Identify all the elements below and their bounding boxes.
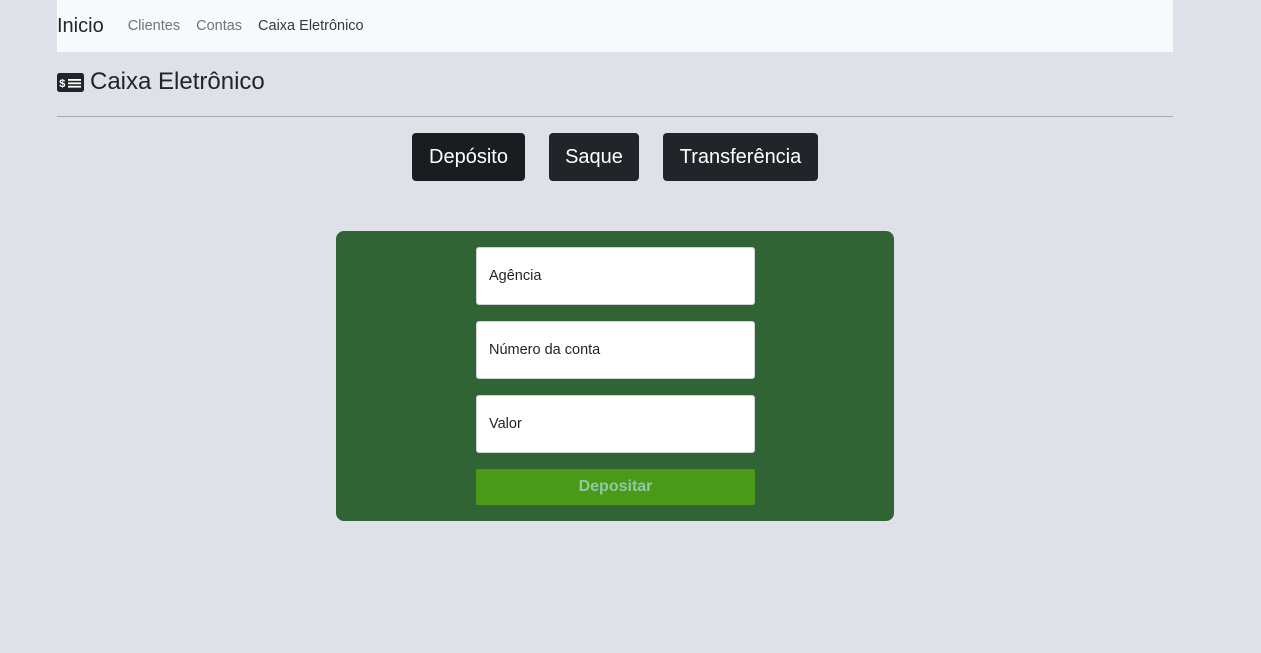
money-card-icon: $ (57, 72, 84, 92)
svg-text:$: $ (59, 77, 65, 89)
depositar-button[interactable]: Depositar (476, 469, 755, 505)
nav-link-caixa-eletronico[interactable]: Caixa Eletrônico (258, 18, 364, 34)
deposit-form-panel: Depositar (336, 231, 894, 521)
numero-conta-input[interactable] (476, 321, 755, 379)
transferencia-button[interactable]: Transferência (663, 133, 818, 181)
page-header: $ Caixa Eletrônico (57, 68, 265, 96)
nav-link-contas[interactable]: Contas (196, 18, 242, 34)
nav-link-clientes[interactable]: Clientes (128, 18, 180, 34)
page-title: Caixa Eletrônico (90, 68, 265, 95)
navbar-brand[interactable]: Inicio (57, 15, 104, 38)
agencia-input[interactable] (476, 247, 755, 305)
top-navbar: Inicio Clientes Contas Caixa Eletrônico (57, 0, 1173, 52)
valor-input[interactable] (476, 395, 755, 453)
deposito-button[interactable]: Depósito (412, 133, 525, 181)
saque-button[interactable]: Saque (549, 133, 639, 181)
header-divider (57, 116, 1173, 117)
